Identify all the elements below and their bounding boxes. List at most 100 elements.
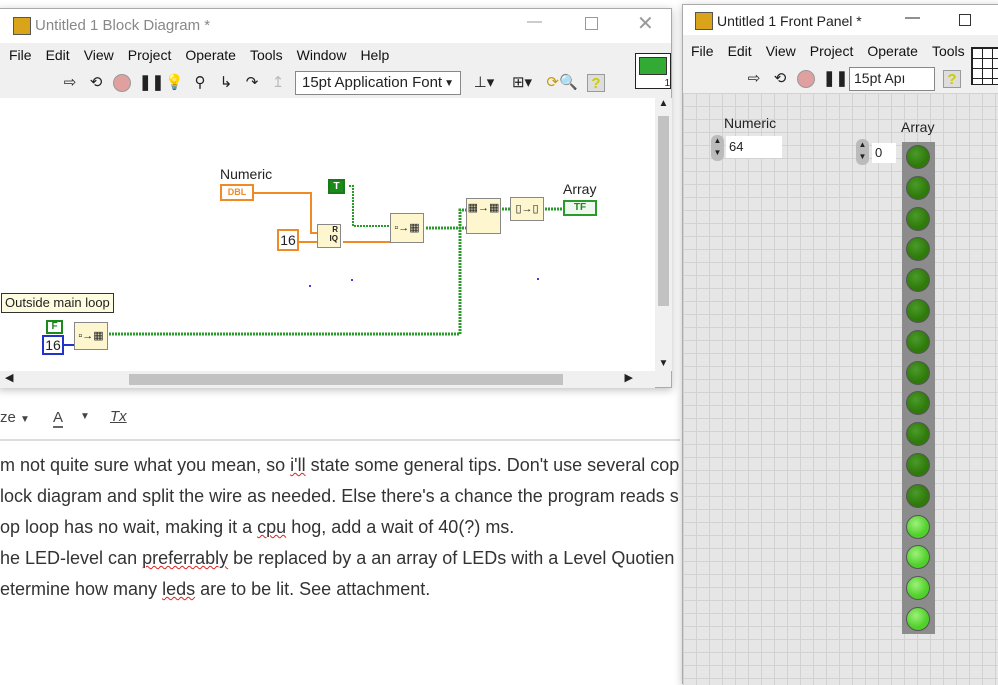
menu-file[interactable]: File <box>9 47 32 63</box>
highlight-execution-bulb-icon[interactable]: 💡 <box>165 74 184 92</box>
led-off[interactable] <box>906 299 930 323</box>
led-off[interactable] <box>906 268 930 293</box>
text: hog, add a wait of 40(?) ms. <box>286 517 515 537</box>
align-objects-icon[interactable]: ⊥▾ <box>469 74 499 92</box>
text: state some general tips. Don't use sever… <box>305 455 680 475</box>
menu-view[interactable]: View <box>766 43 796 59</box>
quotient-remainder-node[interactable]: R IQ <box>317 224 341 248</box>
distribute-objects-icon[interactable]: ⊞▾ <box>507 74 537 92</box>
font-select[interactable]: 15pt Apı <box>849 67 935 91</box>
text: be replaced by a an array of LEDs with a… <box>228 548 675 568</box>
constant-16[interactable]: 16 <box>277 229 299 251</box>
toolbar: ⇨ ⟲ ❚❚ 15pt Apı ? <box>745 67 961 91</box>
scroll-up-arrow[interactable]: ▲ <box>655 98 672 109</box>
array-index-control[interactable]: 0 <box>872 143 896 163</box>
diagram-canvas[interactable]: Numeric DBL 16 T R IQ ▫→▦ ▦→▦ ▯→▯ Array … <box>0 98 655 371</box>
quotient-iq-label: IQ <box>329 234 338 243</box>
reshape-array-node[interactable]: ▯→▯ <box>510 197 544 221</box>
led-off[interactable] <box>906 422 930 447</box>
scroll-down-arrow[interactable]: ▼ <box>655 358 672 369</box>
chevron-down-icon[interactable]: ▼ <box>80 411 90 422</box>
array-label: Array <box>901 119 935 135</box>
run-arrow-icon[interactable]: ⇨ <box>745 70 763 88</box>
scroll-thumb-vertical[interactable] <box>658 116 669 306</box>
menu-project[interactable]: Project <box>810 43 854 59</box>
menu-help[interactable]: Help <box>360 47 389 63</box>
connector-pane[interactable] <box>971 47 998 85</box>
array-label: Array <box>563 181 597 197</box>
minimize-button[interactable]: — <box>905 9 920 26</box>
context-help-icon[interactable]: ? <box>943 70 961 88</box>
numeric-increment-decrement[interactable]: ▲ ▼ <box>711 135 724 161</box>
led-off[interactable] <box>906 175 930 200</box>
window-title: Untitled 1 Block Diagram * <box>35 17 211 34</box>
maximize-button[interactable] <box>959 14 971 26</box>
false-constant[interactable]: F <box>46 320 63 334</box>
menu-file[interactable]: File <box>691 43 714 59</box>
text: op loop has no wait, making it a <box>0 517 258 537</box>
scroll-left-arrow[interactable]: ◀ <box>5 371 13 384</box>
window-title: Untitled 1 Front Panel * <box>717 13 862 29</box>
horizontal-scrollbar[interactable]: ◀ ▶ <box>0 371 655 388</box>
led-off[interactable] <box>906 329 930 354</box>
menu-window[interactable]: Window <box>297 47 347 63</box>
array-indicator-terminal[interactable]: TF <box>563 200 597 216</box>
step-over-icon[interactable]: ↷ <box>243 74 261 92</box>
led-on[interactable] <box>906 607 930 631</box>
numeric-control[interactable]: 64 <box>726 136 782 158</box>
menu-view[interactable]: View <box>84 47 114 63</box>
quotient-r-label: R <box>332 225 338 234</box>
initialize-array-node[interactable]: ▫→▦ <box>390 213 424 243</box>
menu-tools[interactable]: Tools <box>932 43 965 59</box>
editor-line-1: m not quite sure what you mean, so i'll … <box>0 455 679 476</box>
constant-16-b[interactable]: 16 <box>42 335 64 355</box>
led-off[interactable] <box>906 360 930 385</box>
context-help-icon[interactable]: ? <box>587 74 605 92</box>
led-off[interactable] <box>906 483 930 508</box>
run-continuously-icon[interactable]: ⟲ <box>771 70 789 88</box>
menu-project[interactable]: Project <box>128 47 172 63</box>
led-on[interactable] <box>906 576 930 601</box>
menu-tools[interactable]: Tools <box>250 47 283 63</box>
led-off[interactable] <box>906 145 930 169</box>
step-into-icon[interactable]: ↳ <box>217 74 235 92</box>
retain-wire-values-icon[interactable]: ⚲ <box>191 74 209 92</box>
abort-icon[interactable] <box>797 70 815 88</box>
vertical-scrollbar[interactable]: ▲ ▼ <box>655 98 672 371</box>
scroll-thumb-horizontal[interactable] <box>129 374 563 385</box>
pause-icon[interactable]: ❚❚ <box>139 74 164 92</box>
vi-icon-number: 1 <box>664 78 670 89</box>
led-off[interactable] <box>906 453 930 477</box>
build-array-node[interactable]: ▦→▦ <box>466 198 501 234</box>
panel-canvas[interactable] <box>683 93 998 685</box>
numeric-terminal[interactable]: DBL <box>220 184 254 201</box>
font-size-dropdown[interactable]: ze ▼ <box>0 409 30 426</box>
menu-bar: File Edit View Project Operate Tools <box>691 43 998 59</box>
font-select[interactable]: 15pt Application Font ▼ <box>295 71 461 95</box>
array-index-increment-decrement[interactable]: ▲ ▼ <box>856 139 869 165</box>
text: m not quite sure what you mean, so <box>0 455 291 475</box>
minimize-button[interactable]: — <box>527 13 542 30</box>
run-arrow-icon[interactable]: ⇨ <box>61 74 79 92</box>
front-panel-window: Untitled 1 Front Panel * — File Edit Vie… <box>682 4 998 685</box>
led-on[interactable] <box>906 514 930 539</box>
menu-edit[interactable]: Edit <box>728 43 752 59</box>
true-constant[interactable]: T <box>328 179 345 194</box>
run-continuously-icon[interactable]: ⟲ <box>87 74 105 92</box>
maximize-button[interactable] <box>585 17 598 30</box>
initialize-array-node-b[interactable]: ▫→▦ <box>74 322 108 350</box>
menu-edit[interactable]: Edit <box>46 47 70 63</box>
led-off[interactable] <box>906 206 930 231</box>
menu-operate[interactable]: Operate <box>867 43 918 59</box>
remove-format-button[interactable]: Tx <box>110 408 127 425</box>
scroll-right-arrow[interactable]: ▶ <box>625 371 633 384</box>
font-color-button[interactable]: A <box>53 409 64 428</box>
step-out-icon[interactable]: ↥ <box>269 74 287 92</box>
vi-icon[interactable]: 1 <box>635 53 671 89</box>
pause-icon[interactable]: ❚❚ <box>823 70 848 88</box>
menu-operate[interactable]: Operate <box>185 47 236 63</box>
title-bar: Untitled 1 Front Panel * — <box>683 5 998 35</box>
close-button[interactable]: ✕ <box>637 11 654 36</box>
abort-icon[interactable] <box>113 74 131 92</box>
reorder-icon[interactable]: ⟳🔍 <box>545 74 579 92</box>
